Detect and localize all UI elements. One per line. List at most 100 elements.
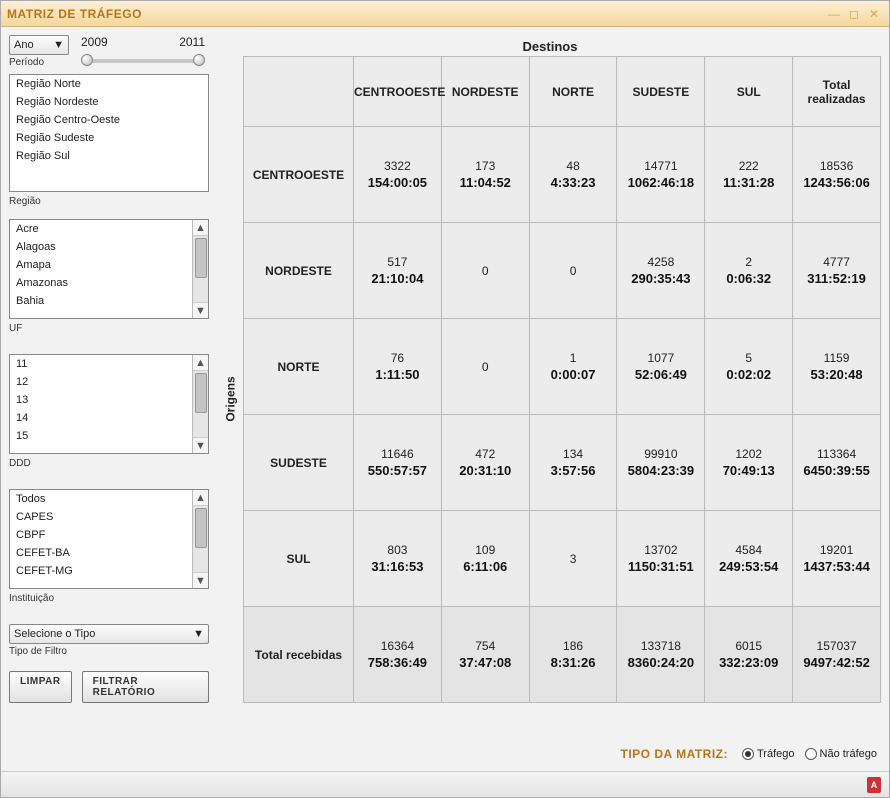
year-min-label: 2009 [81, 35, 108, 49]
radio-dot-icon [805, 748, 817, 760]
cell-count: 99910 [617, 447, 704, 461]
ddd-scrollbar[interactable]: ▲ ▼ [192, 355, 208, 453]
list-item[interactable]: 15 [10, 427, 192, 445]
radio-traffic[interactable]: Tráfego [742, 748, 795, 760]
matrix-cell: 222 11:31:28 [705, 127, 793, 223]
cell-count: 4777 [793, 255, 880, 269]
matrix-cell: 50:02:02 [705, 319, 793, 415]
list-item[interactable]: CEFET-MG [10, 562, 192, 580]
uf-scrollbar[interactable]: ▲ ▼ [192, 220, 208, 318]
list-item[interactable]: 13 [10, 391, 192, 409]
cell-count: 14771 [617, 159, 704, 173]
scroll-thumb[interactable] [195, 508, 207, 548]
clear-button[interactable]: LIMPAR [9, 671, 72, 703]
list-item[interactable]: Bahia [10, 292, 192, 310]
scroll-down-icon[interactable]: ▼ [193, 572, 208, 588]
scroll-down-icon[interactable]: ▼ [193, 302, 208, 318]
export-pdf-icon[interactable]: A [867, 777, 881, 793]
institution-scrollbar[interactable]: ▲ ▼ [192, 490, 208, 588]
cell-duration: 6450:39:55 [793, 463, 880, 478]
filter-type-caption: Tipo de Filtro [9, 646, 209, 657]
cell-count: 48 [530, 159, 617, 173]
chevron-down-icon: ▼ [53, 39, 64, 51]
list-item[interactable]: Região Nordeste [10, 93, 208, 111]
scroll-up-icon[interactable]: ▲ [193, 490, 208, 506]
minimize-icon[interactable]: — [825, 6, 843, 22]
scroll-up-icon[interactable]: ▲ [193, 355, 208, 371]
uf-caption: UF [9, 323, 209, 334]
year-range-slider[interactable]: 2009 2011 [77, 35, 209, 73]
cell-duration: 4:33:23 [530, 175, 617, 190]
scroll-thumb[interactable] [195, 373, 207, 413]
maximize-icon[interactable]: ◻ [845, 6, 863, 22]
matrix-cell: 115953:20:48 [793, 319, 881, 415]
list-item[interactable]: 12 [10, 373, 192, 391]
scroll-thumb[interactable] [195, 238, 207, 278]
radio-nontraffic[interactable]: Não tráfego [805, 748, 877, 760]
list-item[interactable]: 14 [10, 409, 192, 427]
ddd-listbox[interactable]: 1112131415 ▲ ▼ [9, 354, 209, 454]
origins-label: Origens [224, 376, 238, 421]
list-item[interactable]: Região Sul [10, 147, 208, 165]
slider-thumb-max[interactable] [193, 54, 205, 66]
list-item[interactable]: CEFET-BA [10, 544, 192, 562]
cell-count: 6015 [705, 639, 792, 653]
matrix-panel: Destinos Origens CENTROOESTENORDESTENORT… [219, 35, 881, 763]
list-item[interactable]: CBPF [10, 526, 192, 544]
period-grouping-select[interactable]: Ano ▼ [9, 35, 69, 55]
matrix-cell: 0 [441, 223, 529, 319]
scroll-down-icon[interactable]: ▼ [193, 437, 208, 453]
chevron-down-icon: ▼ [193, 628, 204, 640]
matrix-col-header: NORTE [529, 57, 617, 127]
cell-duration: 5804:23:39 [617, 463, 704, 478]
cell-duration: 154:00:05 [354, 175, 441, 190]
close-icon[interactable]: ✕ [865, 6, 883, 22]
filter-type-select[interactable]: Selecione o Tipo ▼ [9, 624, 209, 644]
list-item[interactable]: Região Norte [10, 75, 208, 93]
list-item[interactable]: Região Centro-Oeste [10, 111, 208, 129]
matrix-cell: 1570379497:42:52 [793, 607, 881, 703]
ddd-caption: DDD [9, 458, 209, 469]
matrix-cell: 1096:11:06 [441, 511, 529, 607]
year-max-label: 2011 [179, 35, 205, 49]
scroll-up-icon[interactable]: ▲ [193, 220, 208, 236]
cell-count: 5 [705, 351, 792, 365]
list-item[interactable]: Todos [10, 490, 192, 508]
list-item[interactable]: Amazonas [10, 274, 192, 292]
cell-duration: 53:20:48 [793, 367, 880, 382]
cell-duration: 550:57:57 [354, 463, 441, 478]
cell-duration: 332:23:09 [705, 655, 792, 670]
cell-count: 1077 [617, 351, 704, 365]
cell-duration: 758:36:49 [354, 655, 441, 670]
window-title: MATRIZ DE TRÁFEGO [7, 7, 823, 21]
cell-count: 1202 [705, 447, 792, 461]
institution-caption: Instituição [9, 593, 209, 604]
matrix-type-label: TIPO DA MATRIZ: [621, 747, 728, 761]
list-item[interactable]: Alagoas [10, 238, 192, 256]
cell-duration: 11:31:28 [705, 175, 792, 190]
list-item[interactable]: Região Sudeste [10, 129, 208, 147]
matrix-cell: 3322154:00:05 [354, 127, 442, 223]
matrix-cell: 6015 332:23:09 [705, 607, 793, 703]
list-item[interactable]: Amapa [10, 256, 192, 274]
list-item[interactable]: CAPES [10, 508, 192, 526]
region-listbox[interactable]: Região NorteRegião NordesteRegião Centro… [9, 74, 209, 192]
list-item[interactable]: Acre [10, 220, 192, 238]
slider-thumb-min[interactable] [81, 54, 93, 66]
traffic-matrix-table: CENTROOESTENORDESTENORTESUDESTESULTotal … [243, 56, 881, 703]
matrix-col-header: SUDESTE [617, 57, 705, 127]
matrix-cell: 137021150:31:51 [617, 511, 705, 607]
uf-listbox[interactable]: AcreAlagoasAmapaAmazonasBahia ▲ ▼ [9, 219, 209, 319]
matrix-row-header: SUL [244, 511, 354, 607]
list-item[interactable]: 11 [10, 355, 192, 373]
matrix-row-header: Total recebidas [244, 607, 354, 703]
institution-listbox[interactable]: TodosCAPESCBPFCEFET-BACEFET-MG ▲ ▼ [9, 489, 209, 589]
cell-count: 13702 [617, 543, 704, 557]
cell-count: 517 [354, 255, 441, 269]
cell-count: 803 [354, 543, 441, 557]
cell-duration: 70:49:13 [705, 463, 792, 478]
filter-type-value: Selecione o Tipo [14, 628, 95, 640]
matrix-cell: 4777311:52:19 [793, 223, 881, 319]
cell-count: 222 [705, 159, 792, 173]
filter-report-button[interactable]: FILTRAR RELATÓRIO [82, 671, 209, 703]
